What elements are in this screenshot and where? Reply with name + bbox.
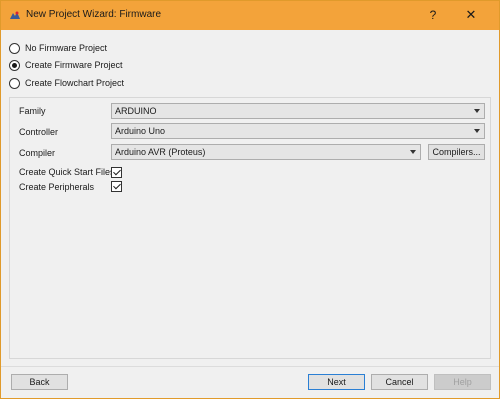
- compiler-value: Arduino AVR (Proteus): [115, 147, 206, 157]
- compiler-label: Compiler: [19, 148, 56, 158]
- controller-value: Arduino Uno: [115, 126, 166, 136]
- controller-label: Controller: [19, 127, 59, 137]
- chevron-down-icon: [474, 109, 480, 113]
- wizard-window: New Project Wizard: Firmware ? ✕ No Firm…: [0, 0, 500, 399]
- quick-start-checkbox[interactable]: [111, 167, 122, 178]
- close-icon[interactable]: ✕: [456, 5, 486, 25]
- back-button[interactable]: Back: [11, 374, 68, 390]
- help-button: Help: [434, 374, 491, 390]
- radio-label: Create Flowchart Project: [25, 78, 125, 88]
- radio-button[interactable]: [9, 59, 20, 71]
- chevron-down-icon: [474, 129, 480, 133]
- compiler-select[interactable]: Arduino AVR (Proteus): [111, 144, 421, 160]
- radio-label: Create Firmware Project: [25, 60, 123, 70]
- cancel-button[interactable]: Cancel: [371, 374, 428, 390]
- radio-create-flowchart[interactable]: Create Flowchart Project: [9, 76, 124, 90]
- help-icon[interactable]: ?: [421, 5, 445, 25]
- peripherals-label: Create Peripherals: [19, 182, 95, 192]
- proteus-app-icon: [10, 11, 20, 19]
- title-bar[interactable]: New Project Wizard: Firmware ? ✕: [1, 1, 499, 30]
- peripherals-checkbox[interactable]: [111, 181, 122, 192]
- footer-divider: [1, 366, 499, 367]
- family-select[interactable]: ARDUINO: [111, 103, 485, 119]
- family-value: ARDUINO: [115, 106, 157, 116]
- radio-create-firmware[interactable]: Create Firmware Project: [9, 58, 123, 72]
- controller-select[interactable]: Arduino Uno: [111, 123, 485, 139]
- compilers-button[interactable]: Compilers...: [428, 144, 485, 160]
- chevron-down-icon: [410, 150, 416, 154]
- firmware-settings-group: Family ARDUINO Controller Arduino Uno Co…: [9, 97, 491, 359]
- window-title: New Project Wizard: Firmware: [26, 9, 162, 20]
- family-label: Family: [19, 106, 46, 116]
- radio-no-firmware[interactable]: No Firmware Project: [9, 41, 107, 55]
- next-button[interactable]: Next: [308, 374, 365, 390]
- radio-label: No Firmware Project: [25, 43, 108, 53]
- radio-button[interactable]: [9, 42, 20, 54]
- radio-button[interactable]: [9, 77, 20, 89]
- quick-start-label: Create Quick Start Files: [19, 167, 115, 177]
